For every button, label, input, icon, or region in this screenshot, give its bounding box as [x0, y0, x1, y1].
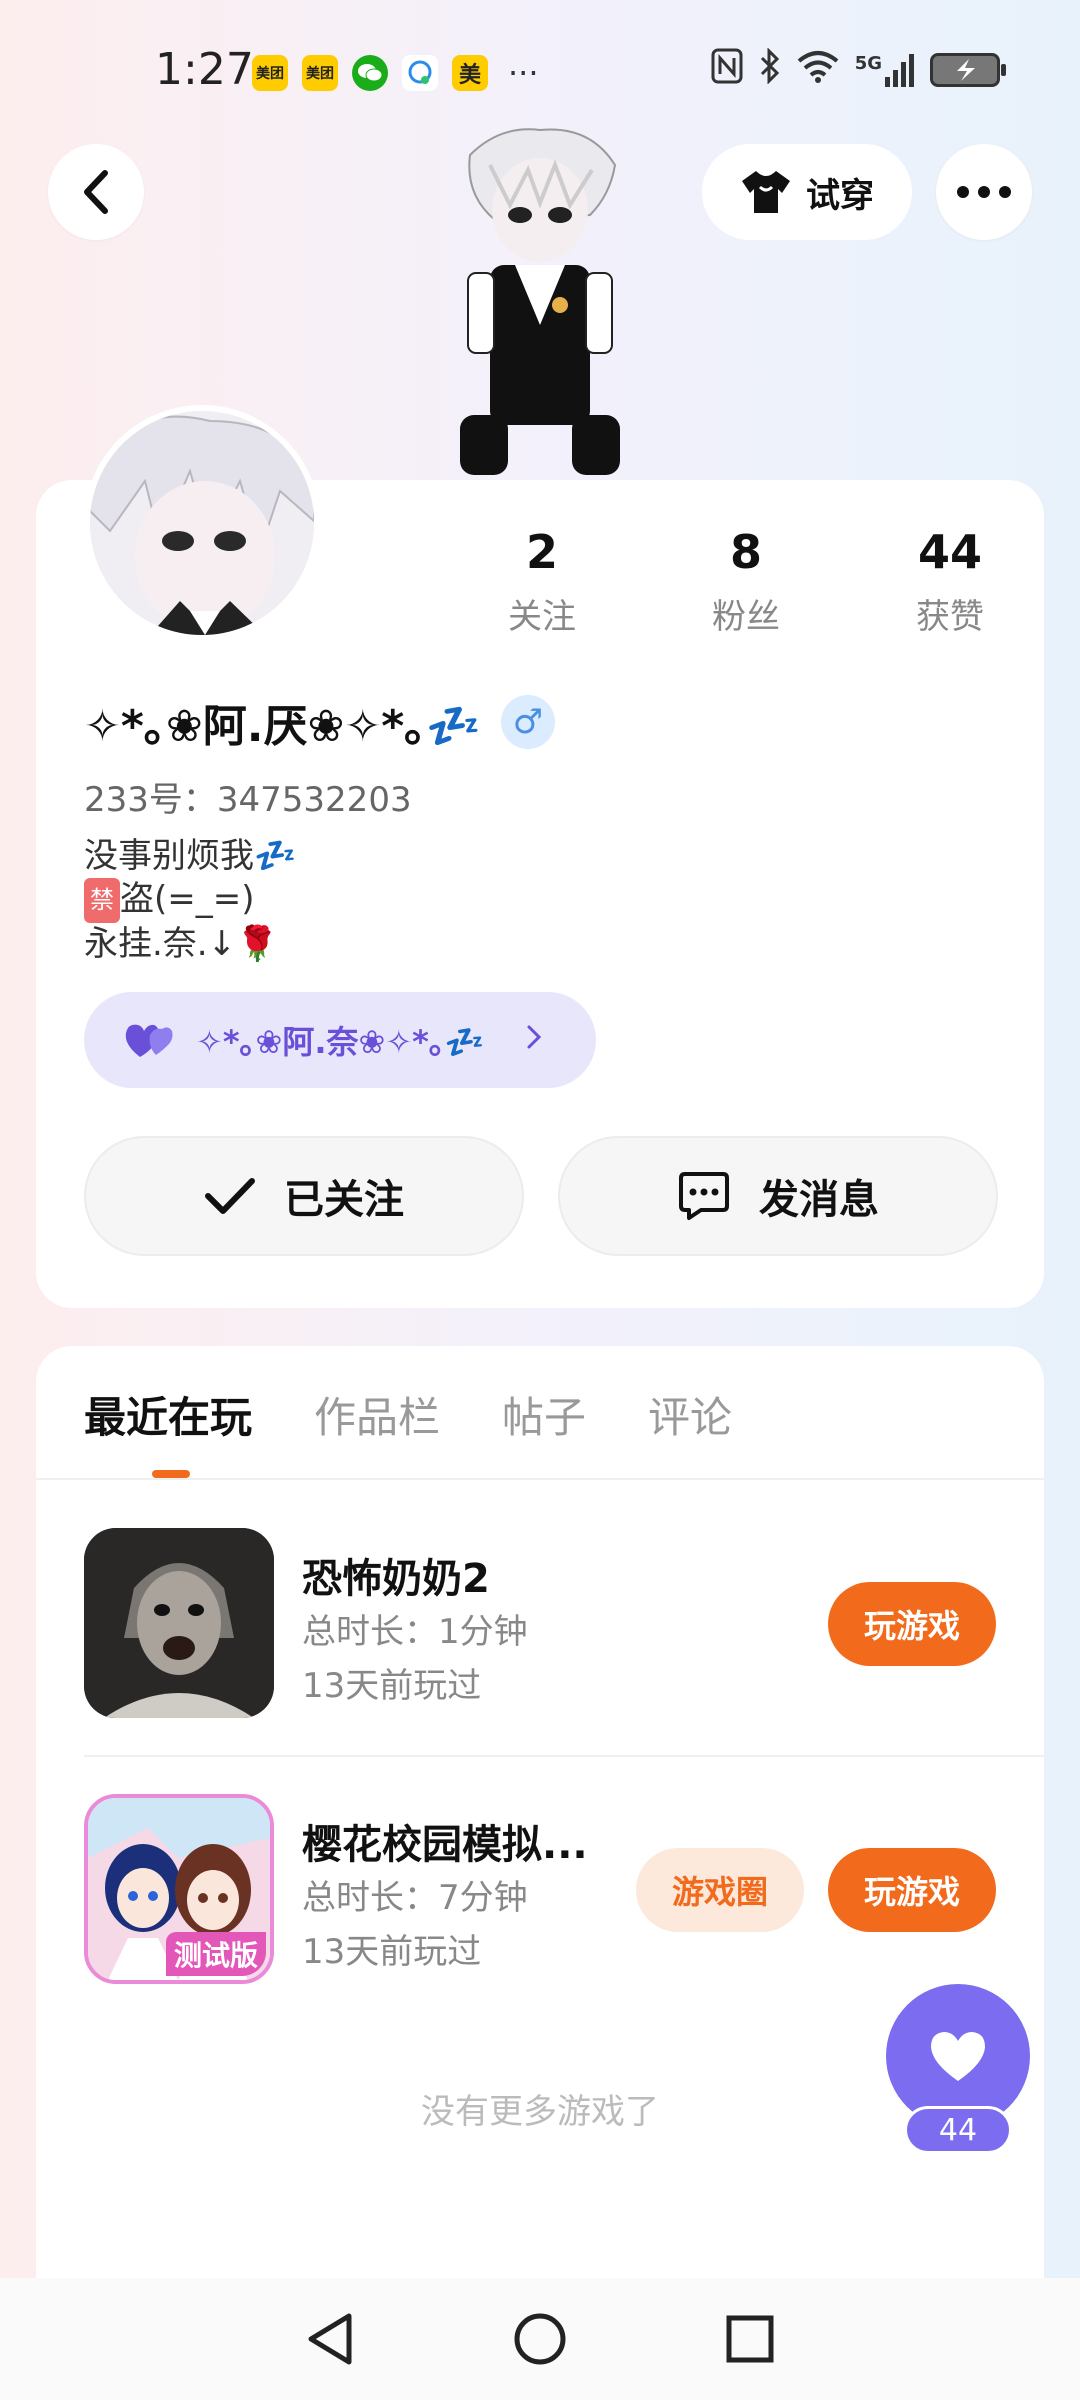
tab-posts[interactable]: 帖子 [502, 1384, 586, 1445]
triangle-back-icon [308, 2313, 352, 2365]
divider [84, 1755, 1044, 1757]
avatar-figure [440, 125, 640, 480]
stat-value: 8 [729, 525, 762, 579]
send-message-label: 发消息 [759, 1177, 879, 1223]
followed-label: 已关注 [284, 1177, 404, 1223]
heart-icon [931, 2032, 985, 2081]
stat-value: 2 [525, 525, 558, 579]
chat-bubble-icon [679, 1172, 729, 1220]
back-button[interactable] [48, 144, 144, 240]
nfc-icon [711, 48, 743, 92]
game-duration: 总时长：7分钟 [302, 1878, 528, 1918]
game-title: 恐怖奶奶2 [302, 1556, 490, 1602]
tab-works[interactable]: 作品栏 [314, 1384, 440, 1445]
nav-home-button[interactable] [510, 2309, 570, 2369]
stat-followers[interactable]: 8 粉丝 [644, 525, 848, 638]
meituan-icon: 美 [452, 55, 488, 91]
bio-line: 永挂.奈.↓🌹 [84, 924, 279, 964]
nav-recents-button[interactable] [720, 2309, 780, 2369]
play-game-button[interactable]: 玩游戏 [828, 1582, 996, 1666]
circle-home-icon [514, 2313, 566, 2365]
send-message-button[interactable]: 发消息 [558, 1136, 998, 1256]
avatar[interactable] [84, 405, 320, 641]
shirt-icon [742, 171, 790, 213]
bluetooth-icon [759, 47, 781, 92]
game-last-played: 13天前玩过 [302, 1932, 482, 1972]
notification-icons: 美团 美团 美 ··· [252, 54, 539, 92]
followed-button[interactable]: 已关注 [84, 1136, 524, 1256]
user-id: 233号：347532203 [84, 780, 412, 820]
stat-likes[interactable]: 44 获赞 [848, 525, 1052, 638]
play-game-button[interactable]: 玩游戏 [828, 1848, 996, 1932]
system-navigation-bar [0, 2278, 1080, 2400]
profile-nickname: ✧*｡❀阿.厌❀✧*｡💤 ♂ [84, 690, 555, 754]
cp-name: ✧*｡❀阿.奈❀✧*｡💤 [196, 1023, 485, 1061]
system-icons: 5G [711, 47, 1006, 92]
try-on-label: 试穿 [806, 175, 874, 216]
stat-value: 44 [917, 525, 982, 579]
chevron-left-icon [84, 170, 108, 214]
game-icon-sakura: 测试版 [84, 1794, 274, 1984]
profile-stats: 2 关注 8 粉丝 44 获赞 [440, 525, 1052, 638]
game-list-item[interactable]: 测试版 樱花校园模拟... 总时长：7分钟 13天前玩过 游戏圈 玩游戏 [84, 1794, 1044, 1984]
chevron-right-icon [525, 1021, 543, 1059]
meituan-icon: 美团 [302, 55, 338, 91]
more-notifications-icon: ··· [508, 54, 539, 92]
stat-label: 关注 [508, 597, 576, 637]
game-last-played: 13天前玩过 [302, 1666, 482, 1706]
checkmark-icon [205, 1178, 255, 1214]
bio-line: 禁盗(=_=) [84, 878, 296, 923]
square-recents-icon [726, 2315, 774, 2363]
stat-following[interactable]: 2 关注 [440, 525, 644, 638]
network-type: 5G [854, 53, 882, 74]
more-button[interactable] [936, 144, 1032, 240]
game-list-item[interactable]: 恐怖奶奶2 总时长：1分钟 13天前玩过 玩游戏 [84, 1528, 1044, 1718]
wechat-icon [352, 55, 388, 91]
profile-tabs: 最近在玩 作品栏 帖子 评论 [84, 1384, 732, 1445]
profile-bio: 没事别烦我💤 禁盗(=_=) 永挂.奈.↓🌹 [84, 835, 296, 966]
tab-recently-played[interactable]: 最近在玩 [84, 1384, 252, 1445]
game-circle-button[interactable]: 游戏圈 [636, 1848, 804, 1932]
battery-icon [930, 53, 1006, 87]
try-on-button[interactable]: 试穿 [702, 144, 912, 240]
wifi-icon [797, 49, 839, 91]
active-tab-indicator [152, 1470, 190, 1478]
nickname-text: ✧*｡❀阿.厌❀✧*｡💤 [84, 701, 481, 752]
meituan-icon: 美团 [252, 55, 288, 91]
gender-male-icon: ♂ [501, 695, 555, 749]
double-heart-icon [125, 1024, 173, 1057]
game-title: 樱花校园模拟... [302, 1822, 588, 1868]
cp-relationship-pill[interactable]: ✧*｡❀阿.奈❀✧*｡💤 [84, 992, 596, 1088]
bio-line-text: 盗(=_=) [120, 879, 255, 919]
status-time: 1:27 [155, 44, 254, 95]
game-icon-granny [84, 1528, 274, 1718]
bubble-icon [402, 55, 438, 91]
stat-label: 粉丝 [712, 597, 780, 637]
status-bar: 1:27 美团 美团 美 ··· 5G [0, 0, 1080, 140]
more-dots-icon [957, 186, 1011, 198]
tab-comments[interactable]: 评论 [648, 1384, 732, 1445]
beta-badge: 测试版 [165, 1932, 266, 1976]
bio-line: 没事别烦我💤 [84, 836, 297, 876]
game-duration: 总时长：1分钟 [302, 1612, 528, 1652]
ban-badge: 禁 [84, 878, 120, 923]
divider [36, 1478, 1044, 1480]
like-count-badge: 44 [904, 2106, 1012, 2154]
signal-icon: 5G [855, 53, 914, 87]
nav-back-button[interactable] [300, 2309, 360, 2369]
stat-label: 获赞 [916, 597, 984, 637]
